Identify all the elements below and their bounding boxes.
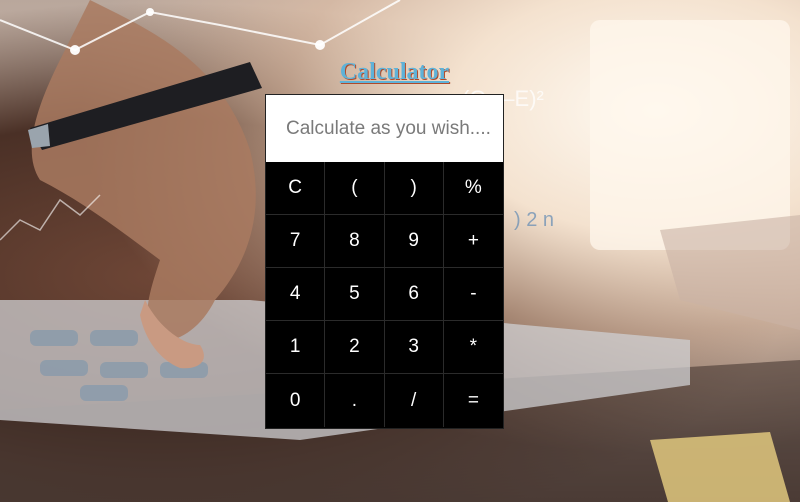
page-title: Calculator xyxy=(339,59,450,85)
close-paren-button[interactable]: ) xyxy=(384,162,444,215)
percent-button[interactable]: % xyxy=(443,162,503,215)
digit-3-button[interactable]: 3 xyxy=(384,321,444,374)
digit-4-button[interactable]: 4 xyxy=(266,268,326,321)
divide-button[interactable]: / xyxy=(384,374,444,427)
digit-7-button[interactable]: 7 xyxy=(266,215,326,268)
plus-button[interactable]: + xyxy=(443,215,503,268)
digit-1-button[interactable]: 1 xyxy=(266,321,326,374)
minus-button[interactable]: - xyxy=(443,268,503,321)
digit-5-button[interactable]: 5 xyxy=(325,268,385,321)
background-formula-2: ) 2 n xyxy=(514,209,554,231)
digit-9-button[interactable]: 9 xyxy=(384,215,444,268)
digit-0-button[interactable]: 0 xyxy=(266,374,326,427)
open-paren-button[interactable]: ( xyxy=(325,162,385,215)
keypad: C ( ) % 7 8 9 + 4 5 6 - 1 2 3 * 0 . / = xyxy=(266,162,503,427)
calculator: C ( ) % 7 8 9 + 4 5 6 - 1 2 3 * 0 . / = xyxy=(265,94,504,429)
equals-button[interactable]: = xyxy=(443,374,503,427)
digit-6-button[interactable]: 6 xyxy=(384,268,444,321)
decimal-point-button[interactable]: . xyxy=(325,374,385,427)
multiply-button[interactable]: * xyxy=(443,321,503,374)
calculator-display-input[interactable] xyxy=(266,95,503,162)
digit-8-button[interactable]: 8 xyxy=(325,215,385,268)
digit-2-button[interactable]: 2 xyxy=(325,321,385,374)
clear-button[interactable]: C xyxy=(266,162,326,215)
